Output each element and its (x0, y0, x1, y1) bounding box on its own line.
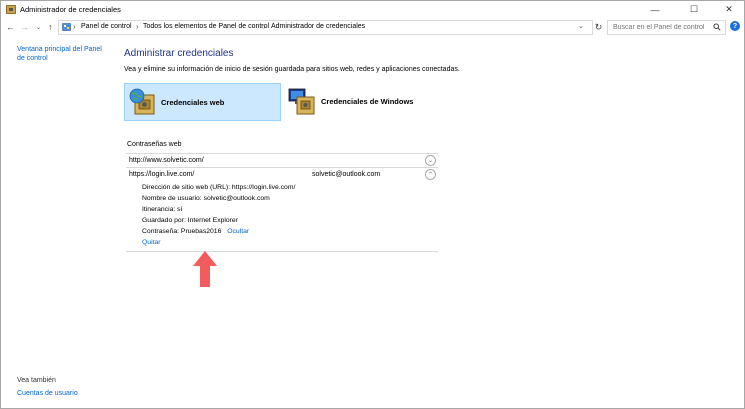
breadcrumb-todos-los-elementos[interactable]: Todos los elementos de Panel de control (143, 23, 269, 30)
maximize-button[interactable]: ☐ (680, 1, 708, 18)
credential-username: solvetic@outlook.com (312, 171, 381, 178)
credential-row[interactable]: http://www.solvetic.com/ ⌄ (126, 153, 438, 167)
detail-saved-by-value: Internet Explorer (187, 217, 238, 224)
credential-url: https://login.live.com/ (129, 171, 195, 178)
expand-chevron-icon[interactable]: ⌄ (425, 155, 436, 166)
credential-url: http://www.solvetic.com/ (129, 157, 204, 164)
remove-credential-link[interactable]: Quitar (142, 239, 161, 246)
control-panel-icon (62, 23, 71, 31)
title-bar: Administrador de credenciales — ☐ ✕ (1, 1, 744, 18)
tab-windows-credentials-label: Credenciales de Windows (321, 96, 414, 106)
up-arrow-icon[interactable]: ↑ (45, 21, 56, 33)
main-content: Administrar credenciales Vea y elimine s… (112, 37, 744, 408)
detail-roaming: Itinerancia: sí (142, 206, 182, 213)
detail-password: Contraseña: Pruebas2016 Ocultar (142, 228, 249, 235)
address-bar[interactable]: › Panel de control › Todos los elementos… (58, 20, 593, 35)
detail-username: Nombre de usuario: solvetic@outlook.com (142, 195, 270, 202)
address-dropdown-chevron-icon[interactable]: ⌄ (578, 22, 584, 30)
detail-saved-by: Guardado por: Internet Explorer (142, 217, 238, 224)
windows-credentials-icon (288, 88, 315, 115)
breadcrumb-separator: › (73, 22, 76, 31)
web-credentials-icon (129, 88, 155, 115)
collapse-chevron-icon[interactable]: ⌃ (425, 169, 436, 180)
search-input[interactable] (610, 22, 714, 32)
tab-web-credentials-label: Credenciales web (161, 97, 225, 107)
detail-roaming-value: sí (177, 206, 183, 213)
breadcrumb-administrador-de-credenciales[interactable]: Administrador de credenciales (271, 23, 365, 30)
page-title: Administrar credenciales (124, 48, 234, 59)
tab-windows-credentials[interactable]: Credenciales de Windows (285, 83, 425, 119)
user-accounts-link[interactable]: Cuentas de usuario (17, 390, 78, 397)
breadcrumb-panel-de-control[interactable]: Panel de control (81, 23, 132, 30)
control-panel-home-link[interactable]: Ventana principal del Panel de control (17, 45, 109, 63)
breadcrumb-separator: › (263, 22, 266, 31)
credential-manager-window: Administrador de credenciales — ☐ ✕ ← → … (0, 0, 745, 409)
page-description: Vea y elimine su información de inicio d… (124, 66, 460, 73)
help-icon[interactable]: ? (730, 21, 740, 31)
forward-arrow-icon[interactable]: → (19, 21, 30, 33)
close-button[interactable]: ✕ (715, 1, 743, 18)
minimize-button[interactable]: — (641, 1, 669, 18)
refresh-icon[interactable]: ↻ (593, 21, 604, 33)
navigation-bar: ← → ⌄ ↑ › Panel de control › Todos los e… (1, 18, 744, 36)
credential-row-expanded[interactable]: https://login.live.com/ solvetic@outlook… (126, 167, 438, 181)
credential-manager-icon (6, 5, 16, 14)
detail-username-value: solvetic@outlook.com (203, 195, 270, 202)
detail-password-label: Contraseña: (142, 228, 180, 235)
tab-web-credentials[interactable]: Credenciales web (124, 83, 281, 121)
red-arrow-annotation (193, 251, 217, 287)
web-passwords-heading: Contraseñas web (127, 141, 182, 148)
breadcrumb-separator: › (136, 22, 139, 31)
search-box[interactable] (607, 20, 726, 35)
detail-url-value: https://login.live.com/ (231, 184, 296, 191)
see-also-heading: Vea también (17, 377, 56, 384)
detail-url: Dirección de sitio web (URL): https://lo… (142, 184, 295, 191)
hide-password-link[interactable]: Ocultar (227, 228, 249, 235)
divider (126, 251, 438, 252)
back-arrow-icon[interactable]: ← (5, 21, 16, 33)
detail-url-label: Dirección de sitio web (URL): (142, 184, 231, 191)
detail-roaming-label: Itinerancia: (142, 206, 176, 213)
search-icon[interactable] (713, 23, 721, 31)
sidebar: Ventana principal del Panel de control V… (1, 37, 111, 408)
recent-locations-chevron-icon[interactable]: ⌄ (33, 21, 44, 33)
detail-password-value: Pruebas2016 (180, 228, 222, 235)
window-title: Administrador de credenciales (20, 5, 121, 14)
detail-saved-by-label: Guardado por: (142, 217, 186, 224)
detail-username-label: Nombre de usuario: (142, 195, 202, 202)
